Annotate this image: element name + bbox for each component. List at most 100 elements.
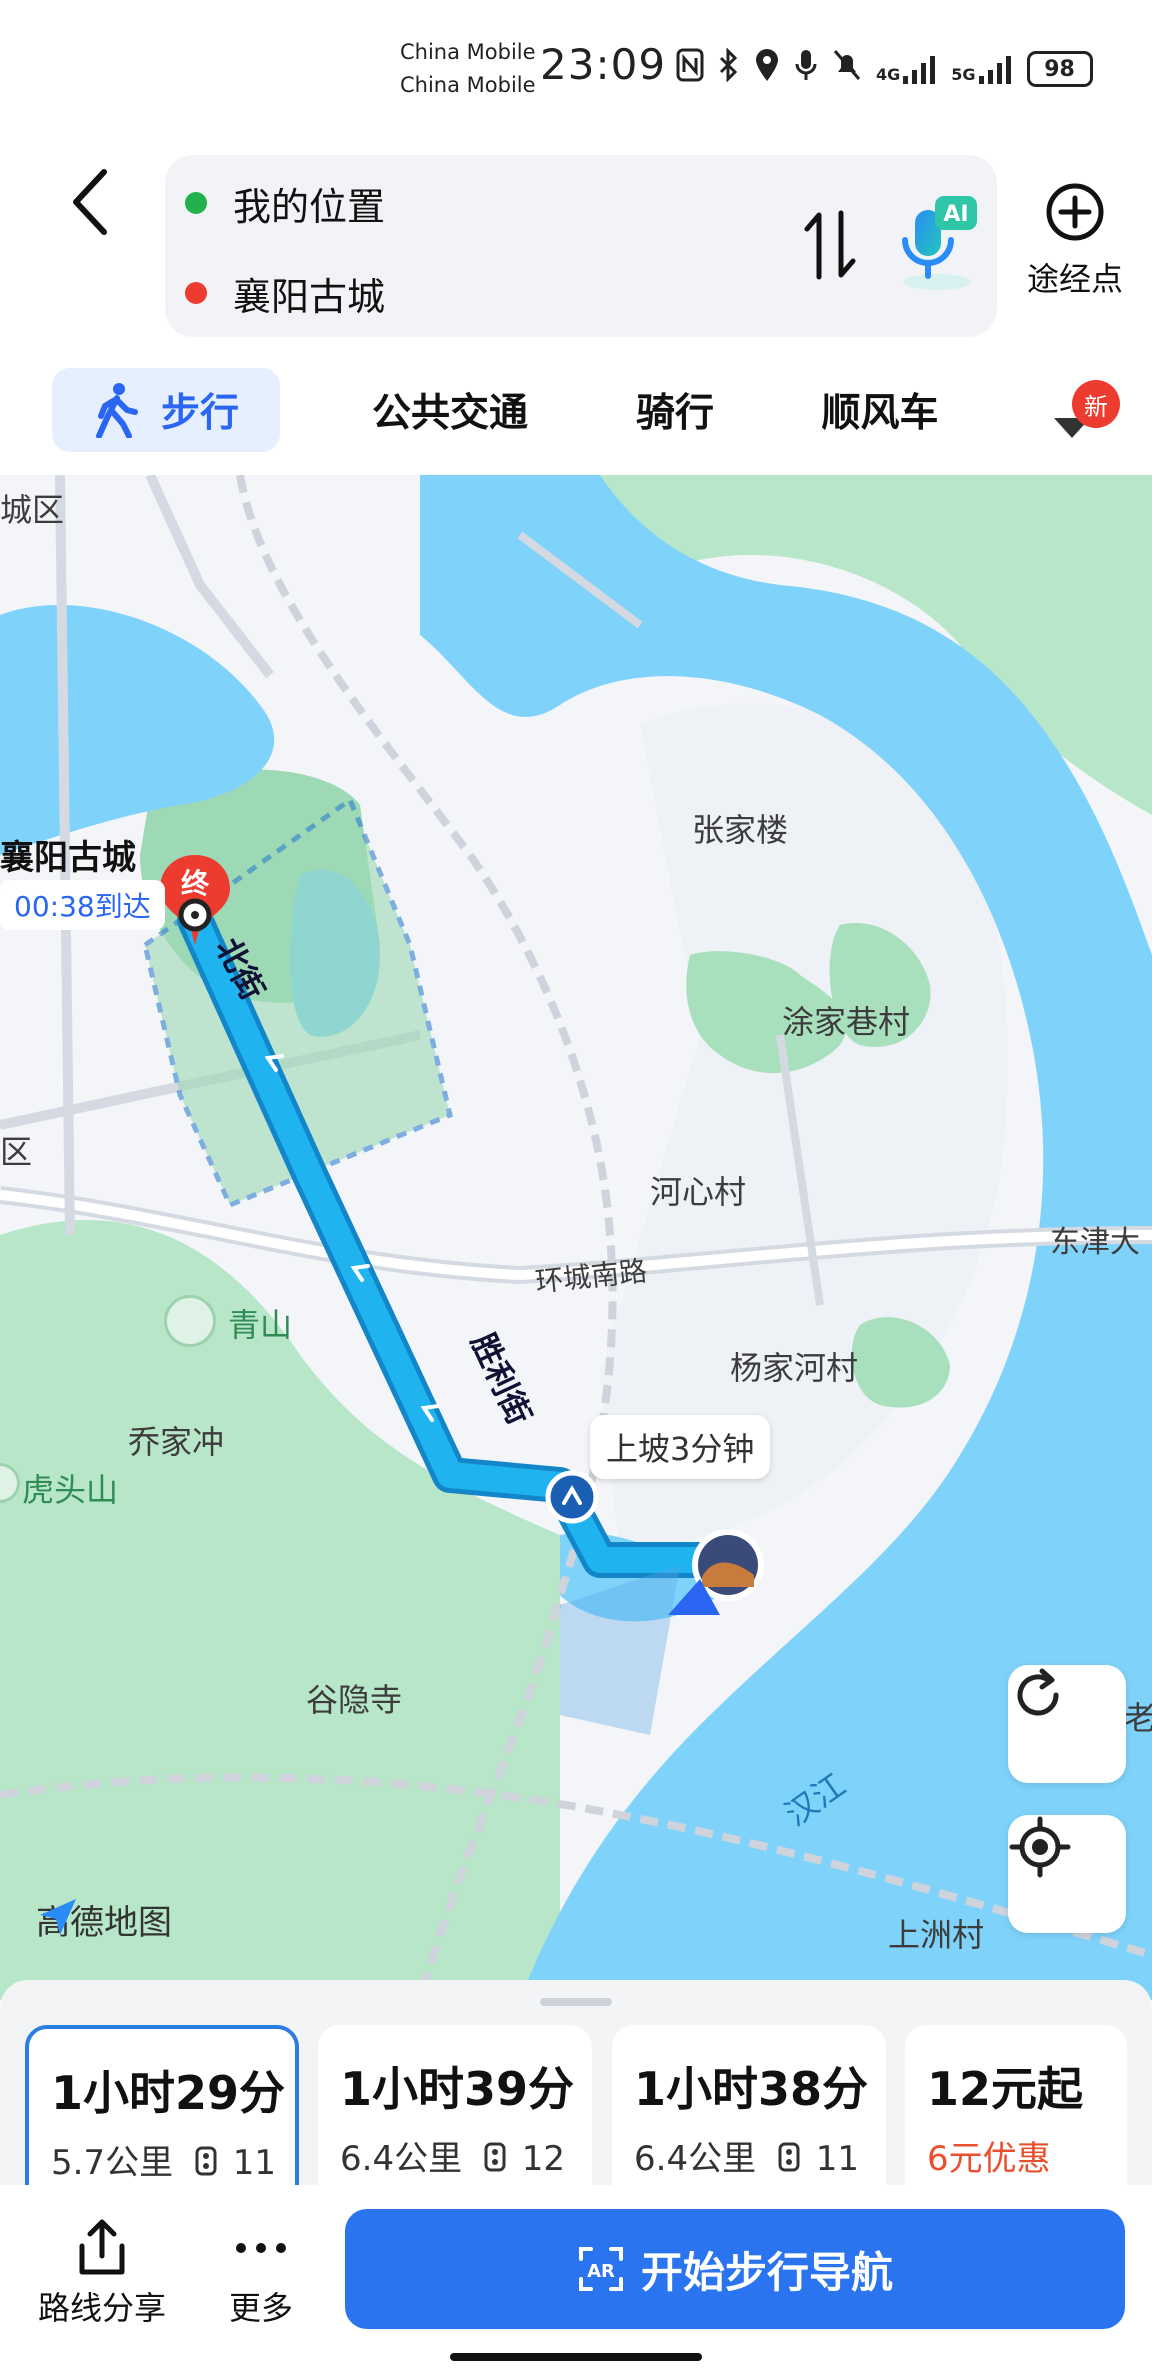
signal-5g-icon: 5G xyxy=(951,54,1012,84)
route-meta: 6.4公里 11 xyxy=(634,2131,864,2181)
locate-button[interactable] xyxy=(1008,1815,1126,1933)
destination-dot-icon xyxy=(185,282,207,304)
share-route-button[interactable]: 路线分享 xyxy=(32,2213,172,2329)
walking-person-icon xyxy=(95,383,138,438)
origin-dot-icon xyxy=(185,192,207,214)
route-distance: 6.4公里 xyxy=(634,2139,757,2179)
tab-carpool-label: 顺风车 xyxy=(821,391,939,436)
nfc-icon xyxy=(676,48,704,90)
map-label-guyinsi: 谷隐寺 xyxy=(306,1681,403,1719)
map-label-hexincun: 河心村 xyxy=(650,1173,747,1211)
traffic-light-icon xyxy=(194,2145,218,2185)
carpool-promo: 6元优惠 xyxy=(927,2139,1051,2179)
route-lights: 11 xyxy=(815,2139,859,2179)
swap-button[interactable] xyxy=(795,207,865,283)
uphill-callout: 上坡3分钟 xyxy=(590,1415,771,1479)
carrier-1: China Mobile xyxy=(400,40,536,64)
route-meta: 5.7公里 11 xyxy=(51,2135,276,2185)
route-distance: 5.7公里 xyxy=(51,2143,174,2183)
ai-microphone-icon: AI xyxy=(902,196,977,290)
crosshair-icon xyxy=(1009,1816,1071,1878)
carrier-info: China Mobile China Mobile xyxy=(400,36,536,102)
traffic-light-icon xyxy=(777,2141,801,2181)
map-label-dongjin: 东津大 xyxy=(1050,1225,1140,1260)
ar-icon-text: AR xyxy=(587,2261,615,2282)
tab-walking-label: 步行 xyxy=(160,391,239,436)
more-dots-icon xyxy=(236,2243,286,2253)
map-destination-label: 襄阳古城 xyxy=(0,838,136,878)
start-navigation-label: 开始步行导航 xyxy=(640,2247,893,2297)
map-label-tujiaxiangcun: 涂家巷村 xyxy=(782,1003,911,1041)
map-label-right-edge: 老 xyxy=(1124,1699,1152,1737)
tab-carpool[interactable]: 顺风车 xyxy=(800,368,960,452)
map-logo: 高德地图 xyxy=(36,1895,172,1944)
destination-label: 襄阳古城 xyxy=(233,274,386,319)
refresh-button[interactable] xyxy=(1008,1665,1126,1783)
carrier-2: China Mobile xyxy=(400,73,536,97)
ar-icon: AR xyxy=(578,2247,623,2291)
location-icon xyxy=(754,48,780,90)
ai-badge-text: AI xyxy=(943,202,968,227)
battery-icon: 98 xyxy=(1026,51,1093,87)
back-button[interactable] xyxy=(60,160,120,240)
map-label-zhangjialou: 张家楼 xyxy=(692,811,789,849)
signal-4g-icon: 4G xyxy=(876,54,937,84)
tab-public-transit[interactable]: 公共交通 xyxy=(340,368,560,452)
origin-row[interactable]: 我的位置 xyxy=(185,173,385,233)
bottom-action-bar: 路线分享 更多 AR 开始步行导航 xyxy=(0,2185,1152,2376)
status-time: 23:09 xyxy=(540,40,667,89)
add-circle-icon xyxy=(1046,183,1104,241)
status-bar: China Mobile China Mobile 23:09 4G 5G 98 xyxy=(0,0,1152,140)
map-label-qiaojiachong: 乔家冲 xyxy=(128,1423,225,1461)
waypoint-label: 途经点 xyxy=(1026,260,1123,298)
start-walking-navigation-button[interactable]: AR 开始步行导航 xyxy=(345,2209,1125,2329)
more-label: 更多 xyxy=(228,2289,293,2327)
route-input-box: 我的位置 襄阳古城 AI xyxy=(165,155,997,337)
eta-tag: 00:38到达 xyxy=(0,880,165,930)
origin-label: 我的位置 xyxy=(233,184,386,229)
microphone-icon xyxy=(794,48,818,90)
route-duration: 1小时29分 xyxy=(51,2066,286,2120)
map-label-qingshan: 青山 xyxy=(228,1306,293,1344)
destination-marker[interactable]: 终 xyxy=(170,857,220,907)
tab-cycling[interactable]: 骑行 xyxy=(610,368,740,452)
add-waypoint-button[interactable]: 途经点 xyxy=(1010,180,1140,310)
refresh-icon xyxy=(1017,1668,1059,1716)
bluetooth-icon xyxy=(718,47,740,90)
gaode-logo-icon xyxy=(40,1899,76,1935)
mountain-icon xyxy=(164,1295,216,1347)
map-label-district-top: 城区 xyxy=(0,491,65,529)
traffic-light-icon xyxy=(483,2141,507,2181)
route-duration: 1小时38分 xyxy=(634,2062,869,2116)
travel-mode-tabs: 步行 公共交通 骑行 顺风车 新 xyxy=(0,360,1152,460)
home-indicator[interactable] xyxy=(450,2353,702,2361)
sheet-drag-handle[interactable] xyxy=(540,1998,612,2006)
network-4g-label: 4G xyxy=(876,65,901,84)
route-lights: 12 xyxy=(521,2139,565,2179)
map-label-district-left: 区 xyxy=(0,1133,33,1171)
tab-transit-label: 公共交通 xyxy=(371,391,528,436)
route-distance: 6.4公里 xyxy=(340,2139,463,2179)
carpool-price: 12元起 xyxy=(927,2062,1084,2116)
back-arrow-icon xyxy=(73,169,107,235)
more-button[interactable]: 更多 xyxy=(206,2213,316,2329)
destination-row[interactable]: 襄阳古城 xyxy=(185,263,385,323)
map-label-hutoushan: 虎头山 xyxy=(22,1471,119,1509)
mute-bell-icon xyxy=(832,48,862,90)
ai-voice-button[interactable]: AI xyxy=(885,190,985,300)
tab-cycling-label: 骑行 xyxy=(635,391,714,436)
system-icons: 4G 5G 98 xyxy=(676,47,1093,90)
map-view[interactable]: 终 城区 区 张家楼 涂家巷村 河心村 东津大 环城南路 青山 杨家河村 乔家冲… xyxy=(0,475,1152,2000)
swap-arrows-icon xyxy=(804,210,856,280)
route-lights: 11 xyxy=(232,2143,276,2183)
share-icon xyxy=(79,2219,125,2275)
map-label-yangjiahecun: 杨家河村 xyxy=(730,1349,859,1387)
share-route-label: 路线分享 xyxy=(37,2289,166,2327)
more-modes-button[interactable]: 新 xyxy=(1042,380,1122,460)
route-duration: 1小时39分 xyxy=(340,2062,575,2116)
map-label-shangzhoucun: 上洲村 xyxy=(888,1916,985,1954)
tab-walking[interactable]: 步行 xyxy=(52,368,280,452)
route-meta: 6.4公里 12 xyxy=(340,2131,570,2181)
new-badge: 新 xyxy=(1072,380,1120,428)
map-canvas xyxy=(0,475,1152,2000)
